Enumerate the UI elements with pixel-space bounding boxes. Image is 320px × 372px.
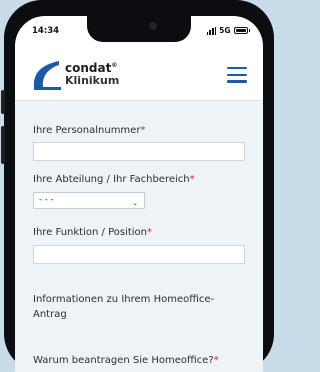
condat-logo[interactable]: condat® Klinikum	[31, 59, 119, 93]
phone-side-button	[1, 126, 5, 164]
warum-label: Warum beantragen Sie Homeoffice?*	[33, 355, 219, 366]
front-camera-icon	[149, 22, 157, 30]
condat-logo-icon	[33, 61, 61, 90]
phone-side-button	[1, 90, 5, 114]
brand-subtitle: Klinikum	[65, 74, 120, 87]
brand-name: condat	[65, 61, 112, 75]
required-marker: *	[147, 227, 152, 238]
signal-strength-icon	[206, 26, 217, 35]
phone-notch	[87, 16, 191, 42]
battery-icon	[233, 27, 250, 34]
status-icons: 5G	[206, 26, 250, 35]
hamburger-menu-icon[interactable]	[227, 67, 247, 83]
phone-screen: 14:34 5G condat® Klinikum Ihre Personaln…	[15, 16, 263, 372]
app-header: condat® Klinikum	[15, 52, 263, 101]
status-time: 14:34	[32, 26, 60, 36]
brand-registered-mark: ®	[111, 62, 118, 69]
homeoffice-form: Ihre Personalnummer* Ihre Abteilung / Ih…	[33, 101, 245, 372]
required-marker: *	[140, 125, 146, 136]
network-type: 5G	[219, 26, 231, 35]
chevron-down-icon: ⌄	[132, 199, 138, 207]
page-content: Ihre Personalnummer* Ihre Abteilung / Ih…	[15, 101, 263, 372]
personalnummer-label: Ihre Personalnummer*	[33, 125, 146, 136]
required-marker: *	[189, 174, 195, 185]
personalnummer-input[interactable]	[33, 142, 245, 161]
funktion-label: Ihre Funktion / Position*	[33, 227, 152, 238]
required-marker: *	[213, 355, 219, 366]
abteilung-select[interactable]: - - - ⌄	[33, 192, 145, 209]
funktion-input[interactable]	[33, 245, 245, 264]
info-heading: Informationen zu Ihrem Homeoffice-Antrag	[33, 294, 215, 320]
abteilung-selected-value: - - -	[39, 195, 54, 205]
abteilung-label: Ihre Abteilung / Ihr Fachbereich*	[33, 174, 195, 185]
